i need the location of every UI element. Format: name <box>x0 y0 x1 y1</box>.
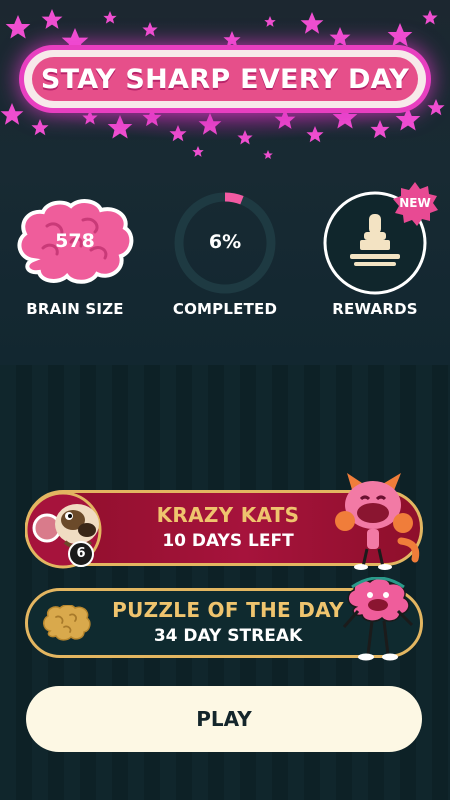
progress-ring: 6% <box>170 188 280 298</box>
puzzle-subtitle: 34 DAY STREAK <box>153 626 303 646</box>
event-card-krazy-kats[interactable]: 6 KRAZY KATS 10 DAYS LEFT <box>25 473 423 570</box>
golden-brain-icon <box>43 605 91 641</box>
completed-value: 6% <box>208 231 242 253</box>
header-section: STAY SHARP EVERY DAY 578 BRAIN SIZE 6% C… <box>0 0 450 365</box>
new-badge-text: NEW <box>399 196 431 210</box>
level-badge: 6 <box>68 541 94 567</box>
title-banner: STAY SHARP EVERY DAY <box>24 50 426 108</box>
brain-size-stat[interactable]: 578 BRAIN SIZE <box>10 185 140 325</box>
puzzle-title: PUZZLE OF THE DAY <box>112 598 344 622</box>
banner-title: STAY SHARP EVERY DAY <box>40 63 410 95</box>
play-button[interactable]: PLAY <box>26 686 422 752</box>
brain-icon: 578 <box>13 198 137 288</box>
new-badge: NEW <box>390 180 440 230</box>
brain-mascot-icon <box>342 577 414 661</box>
completed-stat[interactable]: 6% COMPLETED <box>160 185 290 325</box>
cat-character-icon <box>335 473 420 570</box>
completed-label: COMPLETED <box>172 300 278 318</box>
rewards-stat[interactable]: NEW REWARDS <box>310 182 440 325</box>
brain-size-value: 578 <box>55 230 95 252</box>
brain-size-label: BRAIN SIZE <box>26 300 124 318</box>
puzzle-of-the-day-card[interactable]: PUZZLE OF THE DAY 34 DAY STREAK <box>25 577 423 661</box>
event-subtitle: 10 DAYS LEFT <box>162 531 294 551</box>
event-title: KRAZY KATS <box>156 503 300 527</box>
rewards-label: REWARDS <box>332 300 418 318</box>
title-banner-inner: STAY SHARP EVERY DAY <box>32 57 418 101</box>
rewards-circle: NEW <box>320 182 438 298</box>
